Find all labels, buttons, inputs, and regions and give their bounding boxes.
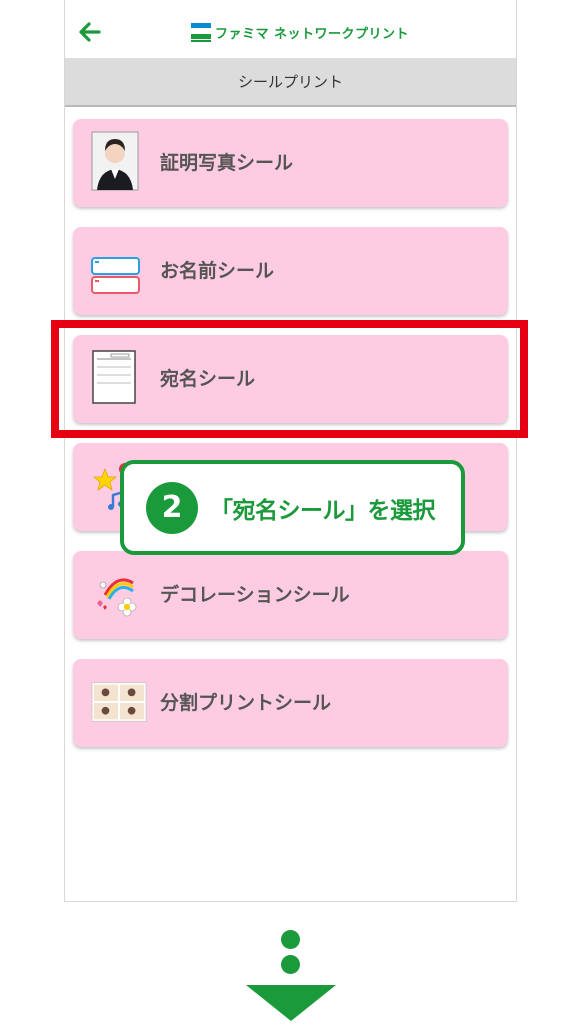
instruction-callout: 2 「宛名シール」を選択 bbox=[120, 460, 465, 555]
familymart-logo: ファミマ ネットワークプリント bbox=[191, 22, 409, 42]
menu-item-label: 証明写真シール bbox=[160, 152, 294, 174]
menu-item-address-sticker[interactable]: 宛名シール bbox=[73, 335, 508, 423]
down-arrow-icon bbox=[246, 985, 336, 1021]
page-title: シールプリント bbox=[237, 73, 343, 91]
address-label-thumbnail-icon bbox=[92, 350, 136, 404]
split-photo-thumbnail-icon bbox=[91, 682, 147, 722]
back-arrow-icon[interactable] bbox=[77, 19, 103, 45]
rainbow-flower-thumbnail-icon bbox=[97, 578, 137, 617]
familymart-logo-icon bbox=[191, 23, 211, 42]
menu-item-split-print-sticker[interactable]: 分割プリントシール bbox=[73, 659, 508, 747]
menu-item-name-sticker[interactable]: お名前シール bbox=[73, 227, 508, 315]
continue-dot-icon bbox=[281, 930, 300, 949]
menu-item-label: 宛名シール bbox=[160, 368, 256, 390]
id-photo-thumbnail-icon bbox=[91, 131, 139, 191]
continue-dot-icon bbox=[281, 955, 300, 974]
instruction-text: 「宛名シール」を選択 bbox=[210, 497, 436, 524]
app-header: ファミマ ネットワークプリント bbox=[65, 0, 516, 58]
step-number-badge: 2 bbox=[146, 481, 198, 534]
menu-item-label: お名前シール bbox=[160, 260, 275, 282]
name-label-thumbnail-icon bbox=[91, 257, 140, 294]
menu-item-id-photo-sticker[interactable]: 証明写真シール bbox=[73, 119, 508, 207]
phone-screen: ファミマ ネットワークプリント シールプリント 証明写真シール お名前シール 宛… bbox=[64, 0, 517, 902]
logo-text: ファミマ ネットワークプリント bbox=[215, 26, 410, 42]
menu-item-label: 分割プリントシール bbox=[160, 692, 332, 714]
page-title-bar: シールプリント bbox=[65, 58, 516, 107]
menu-item-decoration-sticker[interactable]: デコレーションシール bbox=[73, 551, 508, 639]
menu-item-label: デコレーションシール bbox=[160, 584, 350, 606]
